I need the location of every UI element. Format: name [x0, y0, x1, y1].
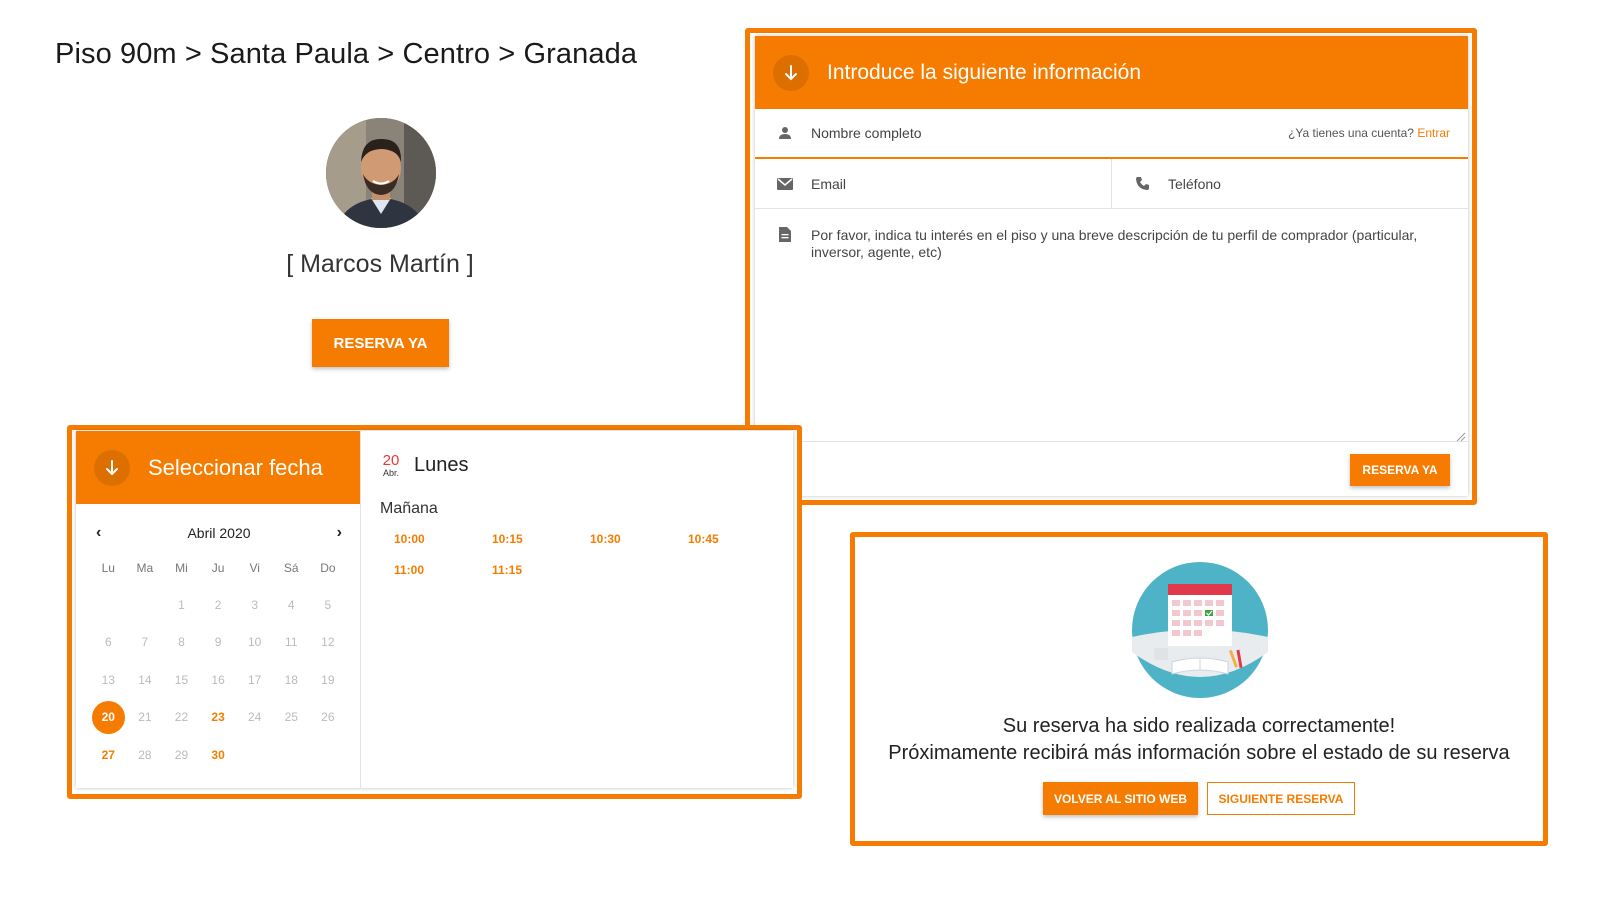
next-month-icon[interactable]: ›: [337, 524, 342, 542]
name-field[interactable]: Nombre completo ¿Ya tienes una cuenta? E…: [755, 109, 1468, 159]
calendar-card: Seleccionar fecha ‹ Abril 2020 › Lu Ma M…: [76, 431, 793, 788]
weekday-label: Ju: [211, 561, 225, 575]
resize-handle-icon[interactable]: [1456, 429, 1466, 442]
email-field[interactable]: Email: [755, 159, 1111, 208]
time-slot-panel: 20 Abr. Lunes Mañana 10:00 10:15 10:30 1…: [362, 431, 793, 788]
time-slot[interactable]: 10:45: [676, 532, 774, 546]
success-message: Su reserva ha sido realizada correctamen…: [1002, 715, 1396, 737]
document-icon: [775, 227, 795, 441]
day-cell: 6: [104, 635, 112, 650]
weekday-label: Do: [320, 561, 336, 575]
day-cell: 14: [138, 672, 152, 687]
agent-avatar: [326, 118, 436, 228]
account-prompt: ¿Ya tienes una cuenta? Entrar: [1288, 126, 1450, 140]
day-cell: 24: [247, 710, 262, 725]
selected-date-heading: 20 Abr. Lunes: [380, 453, 793, 478]
day-cell: 17: [247, 672, 262, 687]
calendar-header: Seleccionar fecha: [76, 431, 360, 504]
selected-day-cell[interactable]: 20: [90, 699, 127, 737]
success-followup: Próximamente recibirá más información so…: [888, 742, 1510, 764]
contact-row: Email Teléfono: [755, 159, 1468, 209]
success-frame: Su reserva ha sido realizada correctamen…: [850, 532, 1548, 846]
mail-icon: [775, 177, 795, 190]
calendar-illustration: [1132, 562, 1268, 698]
day-cell: 13: [101, 672, 115, 687]
reserve-now-button[interactable]: RESERVA YA: [312, 319, 449, 367]
form-title: Introduce la siguiente información: [827, 60, 1142, 84]
day-cell: 26: [321, 710, 335, 725]
person-icon: [775, 126, 795, 140]
login-link[interactable]: Entrar: [1417, 126, 1450, 140]
month-navigation: ‹ Abril 2020 ›: [96, 524, 342, 542]
day-cell: 11: [285, 635, 298, 650]
available-day-cell[interactable]: 27: [90, 736, 127, 774]
day-cell: 18: [284, 672, 298, 687]
weekday-label: Lu: [101, 561, 115, 575]
calendar-frame: Seleccionar fecha ‹ Abril 2020 › Lu Ma M…: [67, 425, 802, 799]
day-cell: 15: [174, 672, 189, 687]
empty-day-cell: [127, 586, 164, 624]
time-slot[interactable]: 11:00: [382, 563, 480, 577]
time-slots: 10:00 10:15 10:30 10:45 11:00 11:15: [382, 532, 793, 577]
account-question: ¿Ya tienes una cuenta?: [1288, 126, 1414, 140]
agent-name: [ Marcos Martín ]: [286, 250, 474, 278]
weekday-label: Ma: [136, 561, 154, 575]
form-header: Introduce la siguiente información: [755, 36, 1468, 109]
date-picker: Seleccionar fecha ‹ Abril 2020 › Lu Ma M…: [76, 431, 361, 788]
weekday-label: Vi: [249, 561, 260, 575]
day-cell: 21: [138, 710, 152, 725]
time-slot[interactable]: 10:30: [578, 532, 676, 546]
day-cell: 10: [247, 635, 262, 650]
day-cell: 25: [284, 710, 298, 725]
day-cell: 3: [251, 597, 259, 612]
time-slot[interactable]: 10:00: [382, 532, 480, 546]
message-placeholder: Por favor, indica tu interés en el piso …: [811, 227, 1418, 260]
day-cell: 7: [141, 635, 149, 650]
breadcrumb: Piso 90m > Santa Paula > Centro > Granad…: [55, 38, 638, 70]
message-textarea[interactable]: Por favor, indica tu interés en el piso …: [755, 209, 1468, 442]
arrow-down-icon[interactable]: [94, 449, 130, 486]
next-booking-button[interactable]: SIGUIENTE RESERVA: [1207, 782, 1355, 815]
available-day-cell[interactable]: 23: [200, 699, 237, 737]
contact-form-card: Introduce la siguiente información Nombr…: [755, 36, 1468, 496]
arrow-down-icon[interactable]: [773, 54, 809, 91]
day-cell: 4: [287, 597, 295, 612]
day-cell: 9: [214, 635, 222, 650]
phone-placeholder: Teléfono: [1168, 175, 1221, 192]
calendar-grid: Lu Ma Mi Ju Vi Sá Do 1 2 3 4 5 6 7 8 9 1…: [90, 550, 360, 774]
contact-form-frame: Introduce la siguiente información Nombr…: [745, 28, 1477, 505]
date-badge-month: Abr.: [382, 468, 399, 478]
month-label: Abril 2020: [187, 525, 251, 541]
day-cell: 5: [324, 597, 332, 612]
email-placeholder: Email: [811, 175, 847, 192]
selected-day-number: 20: [91, 700, 125, 734]
weekday-label: Sá: [283, 561, 299, 575]
day-cell: 1: [178, 597, 185, 612]
date-badge-day: 20: [382, 452, 400, 469]
day-cell: 12: [321, 635, 335, 650]
day-cell: 29: [174, 747, 189, 762]
day-cell: 19: [321, 672, 335, 687]
prev-month-icon[interactable]: ‹: [96, 524, 101, 542]
available-day-cell[interactable]: 30: [200, 736, 237, 774]
day-cell: 22: [174, 710, 189, 725]
phone-field[interactable]: Teléfono: [1111, 159, 1468, 208]
day-cell: 2: [214, 597, 222, 612]
back-to-website-button[interactable]: VOLVER AL SITIO WEB: [1043, 782, 1198, 815]
period-label: Mañana: [380, 500, 438, 517]
form-submit-button[interactable]: RESERVA YA: [1350, 454, 1450, 486]
day-cell: 16: [211, 672, 225, 687]
time-slot[interactable]: 10:15: [480, 532, 578, 546]
weekday-label: Mi: [175, 561, 188, 575]
calendar-title: Seleccionar fecha: [148, 454, 323, 480]
time-slot[interactable]: 11:15: [480, 563, 578, 577]
phone-icon: [1132, 176, 1152, 191]
selected-weekday: Lunes: [414, 454, 469, 476]
day-cell: 8: [178, 635, 185, 650]
success-actions: VOLVER AL SITIO WEB SIGUIENTE RESERVA: [855, 782, 1543, 815]
name-placeholder: Nombre completo: [811, 125, 922, 141]
empty-day-cell: [90, 586, 127, 624]
date-badge: 20 Abr.: [380, 453, 402, 478]
day-cell: 28: [138, 747, 152, 762]
